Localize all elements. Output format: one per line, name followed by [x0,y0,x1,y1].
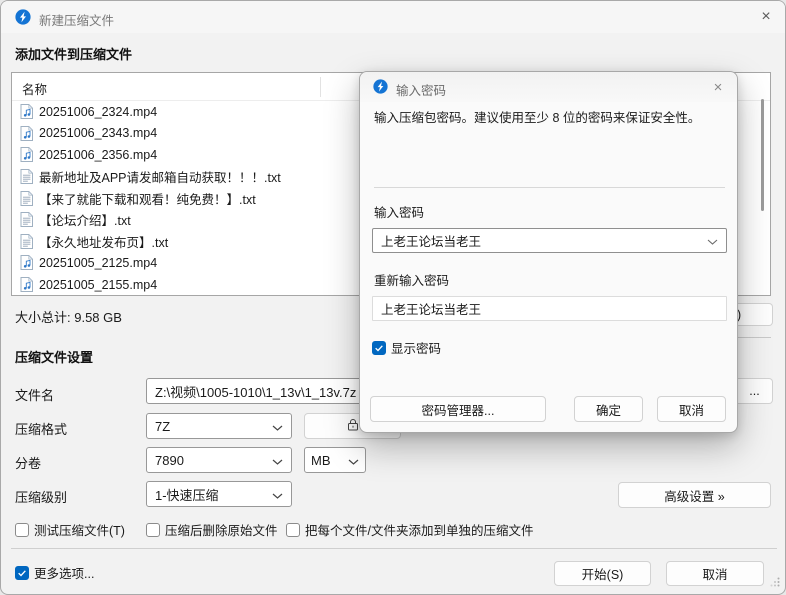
checkbox-box[interactable] [15,522,29,537]
column-header-name[interactable]: 名称 [22,79,47,98]
checkbox-box[interactable] [15,565,29,580]
new-archive-window: 新建压缩文件 × 添加文件到压缩文件 名称 20251006_2324.mp4 … [0,0,786,595]
password-label: 输入密码 [374,206,425,220]
checkbox-label: 压缩后删除原始文件 [165,524,278,538]
compression-level-dropdown[interactable]: 1-快速压缩 [146,481,292,507]
more-options-checkbox[interactable]: 更多选项... [15,563,94,582]
level-label: 压缩级别 [15,490,68,505]
filename-label: 文件名 [15,388,55,403]
start-button[interactable]: 开始(S) [554,561,651,586]
video-file-icon [20,276,34,293]
cancel-button[interactable]: 取消 [666,561,764,586]
format-label: 压缩格式 [15,422,68,437]
video-file-icon [20,147,34,163]
column-divider[interactable] [320,77,321,97]
add-files-heading: 添加文件到压缩文件 [15,47,133,62]
titlebar: 新建压缩文件 × [1,1,785,33]
format-dropdown[interactable]: 7Z [146,413,292,439]
video-file-icon [20,104,34,120]
volume-size-dropdown[interactable]: 7890 [146,447,292,473]
advanced-settings-button[interactable]: 高级设置 » [618,482,771,508]
format-value: 7Z [155,418,171,434]
text-file-icon [20,168,34,185]
dialog-cancel-button[interactable]: 取消 [657,396,726,422]
partially-hidden-button[interactable]: ) [737,303,773,326]
checkbox-box[interactable] [372,340,386,355]
resize-grip[interactable] [770,575,780,590]
chevron-down-icon [348,453,359,468]
checkbox-label: 测试压缩文件(T) [34,524,125,538]
separate-archives-checkbox[interactable]: 把每个文件/文件夹添加到单独的压缩文件 [286,520,533,539]
volume-value: 7890 [155,452,184,468]
browse-button[interactable]: ... [737,378,773,404]
password-dialog-titlebar: 输入密码 × [360,72,737,102]
checkbox-label: 把每个文件/文件夹添加到单独的压缩文件 [305,524,534,538]
chevron-down-icon [272,419,283,434]
window-title: 新建压缩文件 [39,14,115,28]
video-file-icon [20,255,34,271]
checkbox-box[interactable] [286,522,300,537]
video-file-icon [20,125,34,141]
checkbox-label: 显示密码 [391,342,442,356]
level-value: 1-快速压缩 [155,487,219,503]
checkbox-label: 更多选项... [34,567,95,581]
vertical-scrollbar[interactable] [761,99,764,211]
separator-fragment [738,337,771,338]
enter-password-dialog: 输入密码 × 输入压缩包密码。建议使用至少 8 位的密码来保证安全性。 输入密码… [359,71,738,433]
password-dialog-separator [374,187,725,188]
password-combobox[interactable]: 上老王论坛当老王 [372,228,727,253]
confirm-password-label: 重新输入密码 [374,274,450,288]
close-icon[interactable]: × [707,76,729,98]
chevron-down-icon [272,453,283,468]
text-file-icon [20,233,34,249]
text-file-icon [20,212,34,228]
close-icon[interactable]: × [753,4,779,30]
archive-settings-heading: 压缩文件设置 [15,350,94,365]
volume-unit-dropdown[interactable]: MB [304,447,366,473]
volume-unit-value: MB [311,452,331,468]
password-dialog-title: 输入密码 [396,84,447,98]
volume-label: 分卷 [15,456,42,471]
lock-icon [347,418,359,434]
password-instruction: 输入压缩包密码。建议使用至少 8 位的密码来保证安全性。 [374,111,701,125]
delete-after-checkbox[interactable]: 压缩后删除原始文件 [146,520,278,539]
checkbox-box[interactable] [146,522,160,537]
chevron-down-icon [707,234,718,248]
text-file-icon [20,190,34,206]
ok-button[interactable]: 确定 [574,396,643,422]
bandizip-app-icon [373,79,388,94]
size-total-label: 大小总计: 9.58 GB [15,310,122,325]
show-password-checkbox[interactable]: 显示密码 [372,338,441,357]
footer-separator [11,548,777,549]
confirm-password-input[interactable] [372,296,727,321]
password-value: 上老王论坛当老王 [381,235,482,249]
chevron-down-icon [272,487,283,502]
bandizip-app-icon [15,9,31,25]
test-archive-checkbox[interactable]: 测试压缩文件(T) [15,520,125,539]
password-manager-button[interactable]: 密码管理器... [370,396,546,422]
